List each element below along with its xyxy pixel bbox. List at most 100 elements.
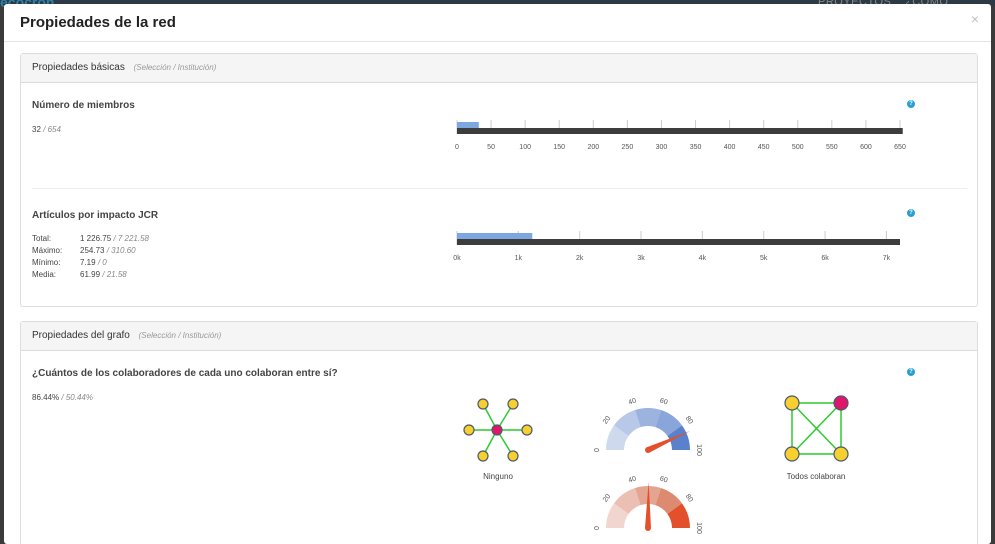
axis-tick-label: 3k — [637, 255, 645, 262]
axis-tick-label: 4k — [699, 255, 707, 262]
gauge-tick-label: 20 — [602, 493, 612, 504]
graph-node — [507, 450, 519, 462]
axis-tick-label: 300 — [656, 144, 668, 151]
stat-institution: / 0 — [97, 258, 107, 267]
members-title: Número de miembros — [32, 100, 135, 111]
axis-tick-label: 400 — [724, 144, 736, 151]
all-collaborate-caption: Todos colaboran — [786, 472, 846, 481]
stat-value: 61.99 — [80, 270, 101, 279]
none-caption: Ninguno — [483, 472, 513, 481]
gauge-tick-label: 60 — [659, 475, 669, 484]
members-selection: 32 — [32, 125, 41, 134]
graph-node — [521, 424, 533, 436]
panel-header: Propiedades básicas (Selección / Institu… — [21, 54, 977, 83]
gauge-tick-label: 100 — [695, 522, 702, 534]
stat-label: Máximo: — [32, 246, 63, 255]
articles-title: Artículos por impacto JCR — [32, 210, 159, 221]
members-value: 32 / 654 — [32, 125, 61, 134]
modal-header: Propiedades de la red × — [4, 4, 991, 42]
axis-tick-label: 250 — [622, 144, 634, 151]
star-graph-icon — [463, 398, 533, 462]
gauge-tick-label: 40 — [628, 397, 638, 406]
modal-title: Propiedades de la red — [20, 14, 176, 31]
stat-label: Mínimo: — [32, 258, 61, 267]
stat-value: 7.19 — [80, 258, 96, 267]
stat-minimum: Mínimo: 7.19 / 0 — [32, 258, 107, 267]
stat-label: Total: — [32, 234, 52, 243]
panel-title: Propiedades básicas — [32, 62, 125, 73]
clustering-selection: 86.44% — [32, 393, 60, 402]
clustering-value: 86.44% / 50.44% — [32, 393, 93, 402]
stat-mean: Media: 61.99 / 21.58 — [32, 270, 127, 279]
institution-bar — [457, 128, 903, 134]
axis-tick-label: 500 — [792, 144, 804, 151]
gauge-tick-label: 80 — [684, 493, 694, 504]
gauge-needle-hub — [645, 447, 651, 453]
axis-tick-label: 350 — [690, 144, 702, 151]
basic-properties-panel: Propiedades básicas (Selección / Institu… — [20, 53, 978, 307]
graph-node — [477, 398, 489, 410]
articles-bar-chart: 0k 1k 2k 3k 4k 5k 6k 7k — [453, 231, 900, 262]
stat-institution: / 7 221.58 — [113, 234, 149, 243]
axis-tick-label: 550 — [826, 144, 838, 151]
selection-gauge: 0 20 40 60 80 100 — [594, 397, 702, 456]
axis-tick-label: 2k — [576, 255, 584, 262]
axis-tick-label: 450 — [758, 144, 770, 151]
articles-help-icon[interactable]: ? — [907, 209, 915, 217]
graph-node — [507, 398, 519, 410]
graph-center-node — [491, 424, 503, 436]
graph-node — [477, 450, 489, 462]
gauge-tick-label: 80 — [684, 415, 694, 426]
members-bar-chart: 0 50 100 150 200 250 300 350 400 450 500 550 600 650 — [455, 120, 906, 151]
network-properties-modal: Propiedades de la red × Propiedades bási… — [4, 4, 991, 544]
graph-node — [833, 395, 849, 411]
clustering-institution: / 50.44% — [61, 393, 93, 402]
members-help-icon[interactable]: ? — [907, 100, 915, 108]
graph-help-icon[interactable]: ? — [907, 368, 915, 376]
stat-value: 1 226.75 — [80, 234, 112, 243]
members-institution: / 654 — [43, 125, 61, 134]
axis-tick-label: 6k — [821, 255, 829, 262]
graph-node — [463, 424, 475, 436]
selection-bar — [457, 233, 533, 239]
axis-tick-label: 0 — [455, 144, 459, 151]
stat-maximum: Máximo: 254.73 / 310.60 — [32, 246, 136, 255]
axis-tick-label: 5k — [760, 255, 768, 262]
gauge-tick-label: 0 — [594, 526, 601, 530]
gauge-tick-label: 60 — [659, 397, 669, 406]
graph-node — [833, 446, 849, 462]
axis-tick-label: 50 — [487, 144, 495, 151]
stat-label: Media: — [32, 270, 57, 279]
institution-bar — [457, 239, 900, 245]
gauge-tick-label: 100 — [695, 444, 702, 456]
axis-tick-label: 650 — [894, 144, 906, 151]
stat-total: Total: 1 226.75 / 7 221.58 — [32, 234, 149, 243]
axis-tick-label: 600 — [860, 144, 872, 151]
gauge-needle-hub — [645, 525, 651, 531]
gauge-tick-label: 40 — [628, 475, 638, 484]
graph-node — [784, 446, 800, 462]
graph-question: ¿Cuántos de los colaboradores de cada un… — [32, 368, 338, 379]
institution-gauge: 0 20 40 60 80 100 — [594, 475, 702, 534]
gauge-tick-label: 0 — [594, 448, 601, 452]
complete-graph-icon — [784, 395, 849, 462]
axis-tick-label: 150 — [553, 144, 565, 151]
selection-bar — [457, 122, 479, 128]
stat-value: 254.73 — [80, 246, 105, 255]
section-divider — [32, 188, 967, 189]
axis-tick-label: 7k — [883, 255, 891, 262]
stat-institution: / 21.58 — [102, 270, 127, 279]
graph-node — [784, 395, 800, 411]
gauge-tick-label: 20 — [602, 415, 612, 426]
close-button[interactable]: × — [971, 11, 979, 27]
stat-institution: / 310.60 — [106, 246, 136, 255]
panel-title: Propiedades del grafo — [32, 330, 130, 341]
panel-subtitle: (Selección / Institución) — [138, 331, 222, 340]
axis-tick-label: 0k — [453, 255, 461, 262]
axis-tick-label: 200 — [587, 144, 599, 151]
panel-header: Propiedades del grafo (Selección / Insti… — [21, 322, 977, 351]
axis-tick-label: 100 — [519, 144, 531, 151]
axis-tick-label: 1k — [515, 255, 523, 262]
panel-subtitle: (Selección / Institución) — [133, 63, 217, 72]
graph-properties-panel: Propiedades del grafo (Selección / Insti… — [20, 321, 978, 544]
